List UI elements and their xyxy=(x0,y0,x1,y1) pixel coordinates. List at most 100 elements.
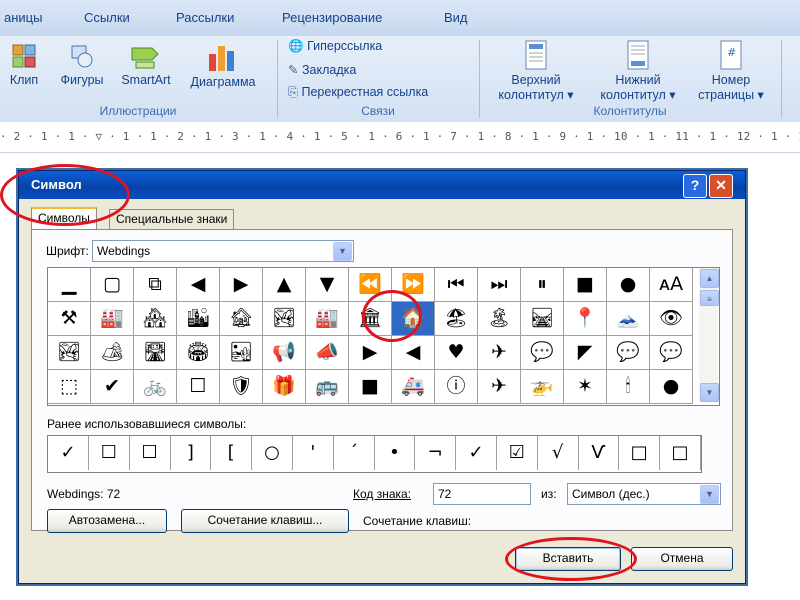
symbol-cell[interactable]: 🏟 xyxy=(177,336,220,370)
symbol-cell[interactable]: ⏩ xyxy=(392,268,435,302)
symbol-cell[interactable]: 🏖 xyxy=(435,302,478,336)
symbol-cell[interactable]: 📍 xyxy=(564,302,607,336)
symbol-cell[interactable]: ▢ xyxy=(91,268,134,302)
symbol-cell[interactable]: 🎁 xyxy=(263,370,306,404)
symbol-cell[interactable]: 🗻 xyxy=(607,302,650,336)
symbol-cell[interactable]: ⧉ xyxy=(134,268,177,302)
symbol-cell[interactable]: ✔ xyxy=(91,370,134,404)
symbol-cell[interactable]: ▁ xyxy=(48,268,91,302)
symbol-cell[interactable]: 🏘 xyxy=(134,302,177,336)
symbol-cell[interactable]: ● xyxy=(650,370,693,404)
recent-symbol-cell[interactable]: ☐ xyxy=(130,436,171,470)
tab-mailings[interactable]: Рассылки xyxy=(176,10,234,25)
symbol-cell[interactable]: 📣 xyxy=(306,336,349,370)
shortcut-key-button[interactable]: Сочетание клавиш... xyxy=(181,509,349,533)
symbol-cell[interactable]: ⏸ xyxy=(521,268,564,302)
recent-symbol-cell[interactable]: ´ xyxy=(334,436,375,470)
dialog-titlebar[interactable]: Символ ? ✕ xyxy=(19,171,745,199)
symbol-cell[interactable]: 🏞 xyxy=(263,302,306,336)
symbol-cell[interactable]: ■ xyxy=(349,370,392,404)
symbol-cell[interactable]: 🕯 xyxy=(607,370,650,404)
recent-symbol-cell[interactable]: □ xyxy=(619,436,661,470)
symbol-cell[interactable]: ▼ xyxy=(306,268,349,302)
symbol-cell[interactable]: 🏛 xyxy=(349,302,392,336)
horizontal-ruler[interactable]: · 2 · 1 · 1 · ▽ · 1 · 1 · 2 · 1 · 3 · 1 … xyxy=(0,122,800,153)
recent-symbol-cell[interactable]: ' xyxy=(293,436,334,470)
hyperlink-button[interactable]: 🌐 Гиперссылка xyxy=(288,39,382,54)
symbol-cell[interactable]: ⏭ xyxy=(478,268,521,302)
from-select[interactable]: Символ (дес.) ▼ xyxy=(567,483,721,505)
symbol-cell[interactable]: 🏕 xyxy=(91,336,134,370)
symbol-cell[interactable]: ◀ xyxy=(177,268,220,302)
insert-button[interactable]: Вставить xyxy=(515,547,621,571)
recent-symbol-cell[interactable]: [ xyxy=(211,436,253,470)
symbol-cell[interactable]: ⏪ xyxy=(349,268,392,302)
recent-symbol-cell[interactable]: • xyxy=(374,436,416,470)
bookmark-button[interactable]: ✎ Закладка xyxy=(288,62,356,77)
symbol-cell[interactable]: ⬚ xyxy=(48,370,91,404)
scroll-thumb[interactable]: ≡ xyxy=(700,290,719,306)
chevron-down-icon[interactable]: ▼ xyxy=(700,485,719,504)
symbol-cell[interactable]: 🛡 xyxy=(220,370,263,404)
recent-symbol-cell[interactable]: Ѵ xyxy=(578,436,620,470)
symbol-cell[interactable]: ⓘ xyxy=(435,370,478,404)
symbol-cell[interactable]: 🚌 xyxy=(306,370,349,404)
char-code-field[interactable]: 72 xyxy=(433,483,531,505)
scroll-up-icon[interactable]: ▲ xyxy=(700,269,719,288)
symbol-cell[interactable]: ▲ xyxy=(263,268,306,302)
recent-symbol-cell[interactable]: ✓ xyxy=(456,436,497,470)
chart-button[interactable]: Диаграмма xyxy=(180,42,266,90)
symbol-cell[interactable]: ⏮ xyxy=(435,268,478,302)
tab-references[interactable]: Ссылки xyxy=(84,10,130,25)
symbol-cell[interactable]: 💬 xyxy=(521,336,564,370)
tab-page-layout[interactable]: аницы xyxy=(4,10,42,25)
symbol-cell[interactable]: 🚁 xyxy=(521,370,564,404)
symbol-cell[interactable]: 📢 xyxy=(263,336,306,370)
shapes-button[interactable]: Фигуры xyxy=(54,42,110,88)
header-button[interactable]: Верхний колонтитул ▾ xyxy=(486,40,586,103)
symbol-cell[interactable]: ☐ xyxy=(177,370,220,404)
symbol-cell[interactable]: ▶ xyxy=(220,268,263,302)
recent-symbol-cell[interactable]: ☐ xyxy=(89,436,130,470)
help-icon[interactable]: ? xyxy=(683,174,707,198)
symbol-cell[interactable]: ✈ xyxy=(478,336,521,370)
font-select[interactable]: Webdings ▼ xyxy=(92,240,354,262)
symbol-cell[interactable]: 🛣 xyxy=(134,336,177,370)
clipart-button[interactable]: Клип xyxy=(4,42,44,88)
recent-symbol-cell[interactable]: ] xyxy=(170,436,212,470)
autocorrect-button[interactable]: Автозамена... xyxy=(47,509,167,533)
symbol-cell[interactable]: 👁 xyxy=(650,302,693,336)
symbol-cell[interactable]: ♥ xyxy=(435,336,478,370)
symbol-cell[interactable]: 🏝 xyxy=(478,302,521,336)
tab-special-characters[interactable]: Специальные знаки xyxy=(109,209,235,230)
symbol-cell[interactable]: 🏙 xyxy=(177,302,220,336)
smartart-button[interactable]: SmartArt xyxy=(114,42,178,88)
symbol-cell[interactable]: 🏜 xyxy=(220,336,263,370)
symbol-cell[interactable]: 🏚 xyxy=(220,302,263,336)
symbol-cell[interactable]: 🚑 xyxy=(392,370,435,404)
symbol-cell[interactable]: ᴀA xyxy=(650,268,693,302)
recent-symbol-cell[interactable]: ¬ xyxy=(415,436,457,470)
cancel-button[interactable]: Отмена xyxy=(631,547,733,571)
symbol-cell[interactable]: ✈ xyxy=(478,370,521,404)
recent-symbol-cell[interactable]: ✓ xyxy=(48,436,89,470)
symbol-cell[interactable]: ✶ xyxy=(564,370,607,404)
symbol-cell[interactable]: 🏠 xyxy=(392,302,435,336)
symbol-cell[interactable]: 🏭 xyxy=(306,302,349,336)
chevron-down-icon[interactable]: ▼ xyxy=(333,242,352,261)
symbol-cell[interactable]: 💬 xyxy=(650,336,693,370)
symbol-cell[interactable]: ■ xyxy=(564,268,607,302)
symbol-cell[interactable]: ◀ xyxy=(392,336,435,370)
recent-symbol-cell[interactable]: ☑ xyxy=(497,436,538,470)
cross-reference-button[interactable]: ⎘ Перекрестная ссылка xyxy=(288,85,428,100)
symbol-cell[interactable]: 🚲 xyxy=(134,370,177,404)
symbol-cell[interactable]: ◤ xyxy=(564,336,607,370)
scroll-down-icon[interactable]: ▼ xyxy=(700,383,719,402)
close-icon[interactable]: ✕ xyxy=(709,174,733,198)
symbol-cell[interactable]: 🛤 xyxy=(521,302,564,336)
grid-scrollbar[interactable]: ▲ ≡ ▼ xyxy=(699,268,719,402)
symbol-cell[interactable]: 🏭 xyxy=(91,302,134,336)
recent-symbol-cell[interactable]: □ xyxy=(660,436,701,470)
tab-view[interactable]: Вид xyxy=(444,10,468,25)
symbol-cell[interactable]: 🏞 xyxy=(48,336,91,370)
